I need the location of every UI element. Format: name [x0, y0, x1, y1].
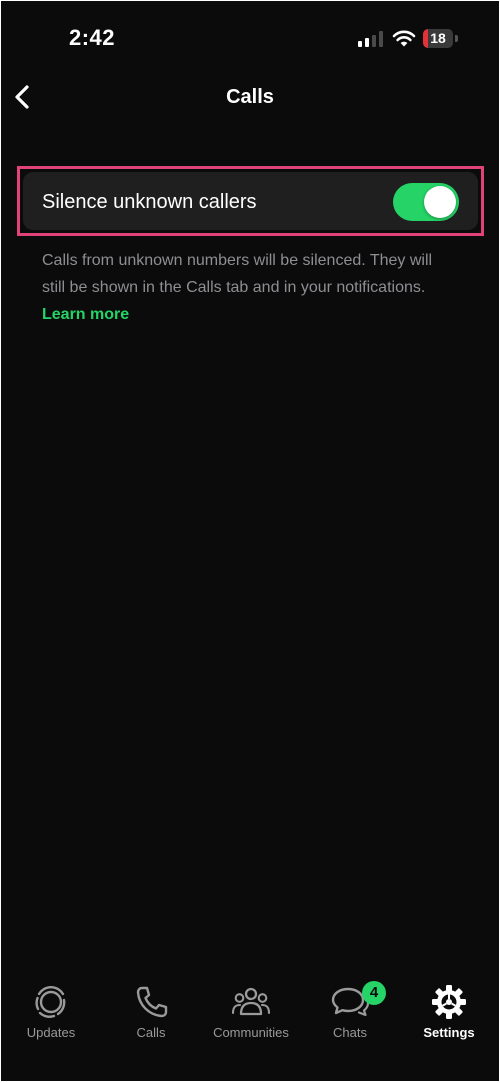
tab-settings[interactable]: Settings	[399, 983, 499, 1040]
tab-communities[interactable]: Communities	[201, 983, 301, 1040]
communities-icon	[231, 987, 271, 1016]
tab-label: Updates	[26, 1025, 76, 1040]
description-text: Calls from unknown numbers will be silen…	[42, 252, 433, 296]
tab-label: Chats	[333, 1025, 367, 1040]
tab-label: Communities	[213, 1025, 289, 1040]
tab-updates[interactable]: Updates	[1, 983, 101, 1040]
wifi-icon	[392, 30, 416, 47]
battery-level-text: 18	[430, 30, 446, 46]
tab-label: Calls	[136, 1025, 166, 1040]
gear-icon	[432, 985, 466, 1019]
phone-icon	[136, 986, 168, 1018]
status-bar: 2:42 18	[1, 1, 499, 71]
learn-more-link[interactable]: Learn more	[42, 306, 129, 323]
updates-icon	[35, 986, 66, 1018]
page-title: Calls	[226, 86, 274, 108]
battery-icon: 18	[423, 29, 459, 48]
phone-screen: 2:42 18 Calls Silence unknown callers Ca…	[1, 1, 499, 1081]
setting-description: Calls from unknown numbers will be silen…	[42, 247, 452, 328]
status-time: 2:42	[69, 25, 116, 50]
tab-label: Settings	[423, 1025, 475, 1040]
tab-bar: Updates Calls Communities Chats Settings	[1, 971, 499, 1081]
chats-unread-badge: 4	[362, 981, 386, 1005]
navigation-bar: Calls	[1, 71, 499, 127]
cellular-signal-icon	[358, 31, 384, 47]
highlight-annotation-box	[17, 166, 484, 236]
tab-calls[interactable]: Calls	[101, 983, 201, 1040]
